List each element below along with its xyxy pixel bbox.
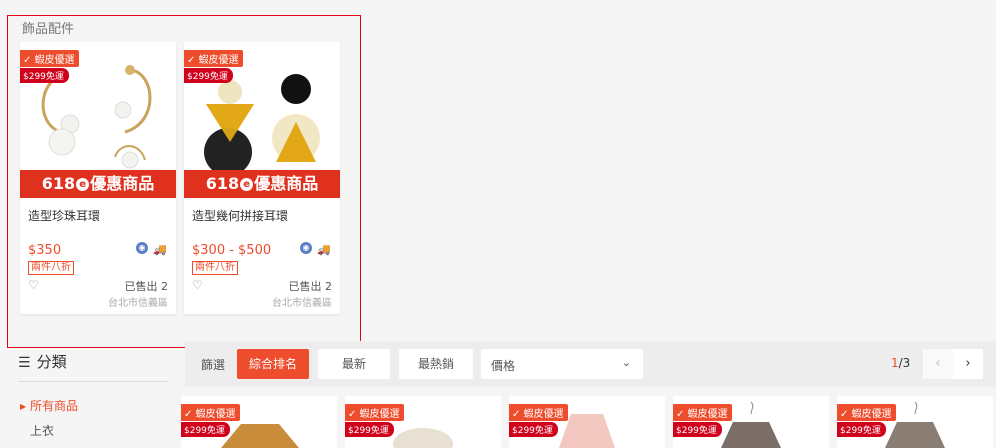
free-shipping-badge: $299免運 xyxy=(673,422,722,437)
price-select-label: 價格 xyxy=(491,359,516,373)
page-current: 1 xyxy=(891,356,899,370)
product-image[interactable]: ✓ 蝦皮優選 $299免運 618 e 優惠商品 xyxy=(184,42,340,198)
promo-banner-pre: 618 xyxy=(205,174,240,193)
page-total: /3 xyxy=(898,356,911,370)
prev-page-button[interactable]: ‹ xyxy=(923,349,953,379)
heart-icon[interactable]: ♡ xyxy=(28,278,39,292)
preferred-badge: ✓ 蝦皮優選 xyxy=(345,404,404,421)
caret-right-icon: ▶ xyxy=(20,402,27,411)
product-card[interactable]: ✓ 蝦皮優選 $299免運 xyxy=(837,396,993,448)
product-card[interactable]: ✓ 蝦皮優選 $299免運 xyxy=(345,396,501,448)
heart-icon[interactable]: ♡ xyxy=(192,278,203,292)
sold-count: 已售出 2 xyxy=(124,280,169,293)
preferred-badge: ✓ 蝦皮優選 xyxy=(673,404,732,421)
product-price: $350 xyxy=(28,243,62,258)
list-icon: ☰ xyxy=(18,355,31,371)
category-item-all[interactable]: ▶ 所有商品 xyxy=(20,397,78,414)
preferred-badge: ✓ 蝦皮優選 xyxy=(837,404,896,421)
price-select[interactable]: 價格 ⌄ xyxy=(481,349,643,379)
divider xyxy=(18,381,168,382)
discount-tag: 兩件八折 xyxy=(28,261,74,275)
promo-e-mark: e xyxy=(76,178,90,191)
preferred-badge: ✓ 蝦皮優選 xyxy=(20,50,79,67)
free-shipping-badge: $299免運 xyxy=(509,422,558,437)
chevron-down-icon: ⌄ xyxy=(621,356,631,369)
section-title: 飾品配件 xyxy=(22,22,75,37)
product-card[interactable]: ✓ 蝦皮優選 $299免運 xyxy=(181,396,337,448)
sort-top-sales-button[interactable]: 最熱銷 xyxy=(399,349,473,379)
discount-tag: 兩件八折 xyxy=(192,261,238,275)
mall-icon: ◉ xyxy=(300,242,312,254)
promo-banner-post: 優惠商品 xyxy=(254,174,319,193)
product-name[interactable]: 造型珍珠耳環 xyxy=(28,207,100,224)
product-image[interactable]: ✓ 蝦皮優選 $299免運 618 e 優惠商品 xyxy=(20,42,176,198)
sold-count: 已售出 2 xyxy=(288,280,333,293)
category-item-label: 所有商品 xyxy=(29,399,78,413)
page-indicator: 1/3 xyxy=(891,356,910,370)
free-shipping-badge: $299免運 xyxy=(837,422,886,437)
product-price: $300 - $500 xyxy=(192,243,272,258)
promo-banner-post: 優惠商品 xyxy=(90,174,155,193)
next-page-button[interactable]: › xyxy=(953,349,983,379)
promo-banner: 618 e 優惠商品 xyxy=(20,170,176,198)
preferred-badge: ✓ 蝦皮優選 xyxy=(184,50,243,67)
promo-e-mark: e xyxy=(240,178,254,191)
product-card[interactable]: ✓ 蝦皮優選 $299免運 618 e 優惠商品 造型珍珠耳環 $350 ◉ 🚚 兩… xyxy=(20,42,176,314)
location: 台北市信義區 xyxy=(272,298,332,309)
sort-label: 篩選 xyxy=(201,358,226,372)
category-title: 分類 xyxy=(36,353,67,371)
sort-relevance-button[interactable]: 綜合排名 xyxy=(237,349,309,379)
promo-banner-pre: 618 xyxy=(41,174,76,193)
location: 台北市信義區 xyxy=(108,298,168,309)
product-card[interactable]: ✓ 蝦皮優選 $299免運 xyxy=(673,396,829,448)
product-card[interactable]: ✓ 蝦皮優選 $299免運 xyxy=(509,396,665,448)
category-header: ☰ 分類 xyxy=(18,351,67,372)
sort-latest-button[interactable]: 最新 xyxy=(318,349,390,379)
preferred-badge: ✓ 蝦皮優選 xyxy=(181,404,240,421)
sort-bar: 篩選 綜合排名 最新 最熱銷 價格 ⌄ 1/3 ‹ › xyxy=(185,341,996,387)
preferred-badge: ✓ 蝦皮優選 xyxy=(509,404,568,421)
mall-icon: ◉ xyxy=(136,242,148,254)
free-shipping-icon: 🚚 xyxy=(153,243,167,256)
free-shipping-icon: 🚚 xyxy=(317,243,331,256)
free-shipping-badge: $299免運 xyxy=(345,422,394,437)
free-shipping-badge: $299免運 xyxy=(184,68,233,83)
category-item-tops[interactable]: 上衣 xyxy=(30,422,54,439)
product-card[interactable]: ✓ 蝦皮優選 $299免運 618 e 優惠商品 造型幾何拼接耳環 $300 - $… xyxy=(184,42,340,314)
promo-banner: 618 e 優惠商品 xyxy=(184,170,340,198)
free-shipping-badge: $299免運 xyxy=(181,422,230,437)
product-name[interactable]: 造型幾何拼接耳環 xyxy=(192,207,288,224)
free-shipping-badge: $299免運 xyxy=(20,68,69,83)
